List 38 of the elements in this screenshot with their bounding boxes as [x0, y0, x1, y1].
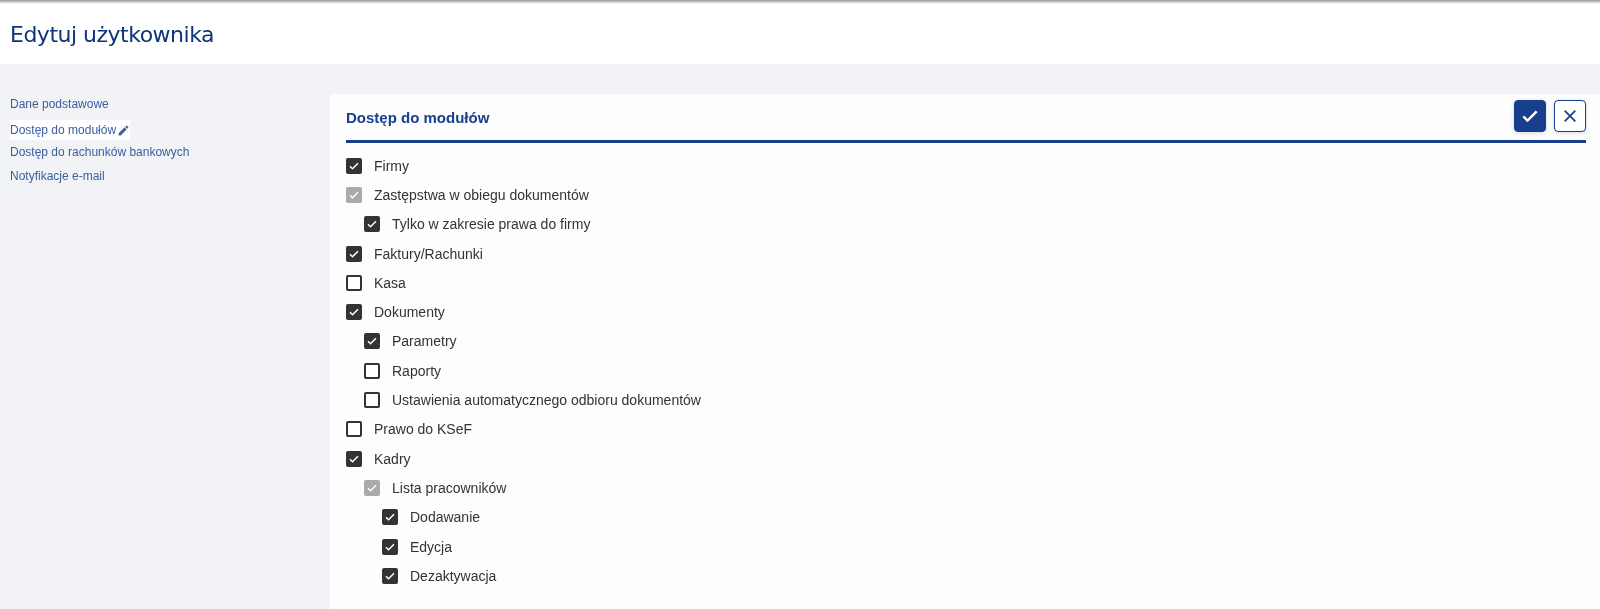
- sidebar-link[interactable]: Notyfikacje e-mail: [10, 166, 105, 186]
- checkbox[interactable]: [346, 450, 362, 467]
- sidebar-link[interactable]: Dane podstawowe: [10, 94, 109, 114]
- checkbox-label: Firmy: [374, 157, 409, 174]
- checkbox-label: Prawo do KSeF: [374, 421, 473, 438]
- sidebar-link[interactable]: Dostęp do modułów: [10, 120, 131, 140]
- checkbox-label: Dokumenty: [374, 304, 445, 321]
- checkmark-icon: [366, 335, 378, 348]
- checkbox-label: Parametry: [392, 333, 457, 350]
- confirm-button[interactable]: [1514, 100, 1546, 132]
- sidebar-link[interactable]: Dostęp do rachunków bankowych: [10, 142, 190, 162]
- checkbox-label: Tylko w zakresie prawa do firmy: [392, 216, 591, 233]
- checkbox-label: Raporty: [392, 362, 442, 379]
- checkbox[interactable]: [364, 362, 380, 379]
- checkbox-label: Ustawienia automatycznego odbioru dokumentów: [392, 392, 701, 408]
- checkbox-label: Faktury/Rachunki: [374, 245, 483, 262]
- checkbox-label: Kasa: [374, 274, 406, 291]
- checkbox-label: Dodawanie: [410, 509, 481, 526]
- checkmark-icon: [348, 306, 360, 319]
- checkmark-icon: [366, 218, 378, 231]
- panel-title: Dostęp do modułów: [346, 108, 490, 126]
- checkbox[interactable]: [346, 421, 362, 438]
- checkbox-label: Dezaktywacja: [410, 567, 497, 584]
- close-button[interactable]: [1554, 100, 1586, 132]
- checkbox-label: Kadry: [374, 450, 411, 467]
- checkbox[interactable]: [346, 245, 362, 262]
- checkbox-label: Lista pracowników: [392, 479, 507, 496]
- page-title: Edytuj użytkownika: [10, 21, 214, 47]
- checkbox[interactable]: [346, 274, 362, 291]
- checkbox-label: Edycja: [410, 538, 453, 555]
- checkbox-label: Zastępstwa w obiegu dokumentów: [374, 186, 589, 203]
- checkbox[interactable]: [346, 304, 362, 321]
- close-icon: [1562, 108, 1578, 124]
- checkbox[interactable]: [364, 333, 380, 350]
- checkbox[interactable]: [364, 392, 380, 408]
- checkbox[interactable]: [346, 157, 362, 174]
- pencil-icon: [117, 123, 131, 137]
- checkmark-icon: [384, 511, 396, 524]
